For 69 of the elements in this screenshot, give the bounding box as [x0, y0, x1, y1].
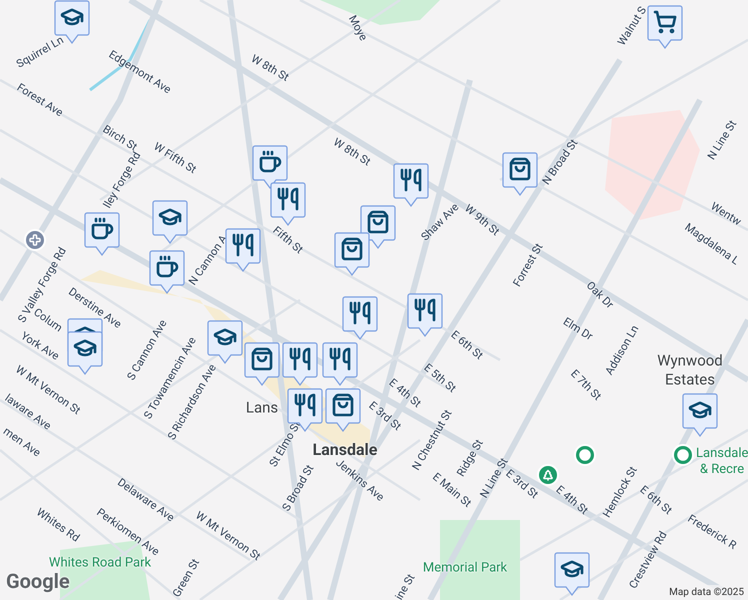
map-marker[interactable] — [647, 5, 683, 49]
map-marker[interactable] — [244, 342, 280, 386]
street-label: W 9th St — [462, 202, 502, 238]
shopping-bag-icon — [508, 157, 532, 181]
church-pin[interactable] — [24, 229, 46, 251]
street-label: E 6th St — [638, 484, 674, 516]
street-label: E 5th St — [422, 362, 458, 394]
map-marker[interactable] — [682, 393, 718, 437]
tree-icon — [542, 469, 554, 481]
place-pin[interactable] — [574, 444, 596, 466]
coffee-cup-icon — [258, 150, 282, 174]
park-pin[interactable] — [537, 464, 559, 486]
park-label: Lansdale & Recre — [696, 446, 748, 478]
map-marker[interactable] — [554, 552, 590, 596]
map-marker[interactable] — [84, 212, 120, 256]
map-marker[interactable] — [152, 200, 188, 244]
map-marker[interactable] — [270, 182, 306, 226]
map-marker[interactable] — [502, 152, 538, 196]
map-marker[interactable] — [252, 145, 288, 189]
street-label: W 8th St — [332, 136, 372, 168]
map-marker[interactable] — [325, 388, 361, 432]
street-label: E 3rd St — [504, 468, 540, 500]
map-marker[interactable] — [282, 342, 318, 386]
map-marker[interactable] — [360, 205, 396, 249]
map-marker[interactable] — [67, 331, 103, 375]
shopping-bag-icon — [331, 393, 355, 417]
place-label: Wynwood Estates — [656, 351, 724, 389]
shopping-cart-icon — [653, 10, 677, 34]
shopping-bag-icon — [340, 237, 364, 261]
map-marker[interactable] — [407, 293, 443, 337]
fork-knife-icon — [328, 347, 352, 371]
fork-knife-icon — [399, 168, 423, 192]
place-pin[interactable] — [672, 444, 694, 466]
map-marker[interactable] — [207, 320, 243, 364]
map-marker[interactable] — [342, 296, 378, 340]
street-label: W Fifth St — [152, 140, 198, 176]
map-marker[interactable] — [322, 342, 358, 386]
street-label: E 4th St — [554, 484, 590, 516]
street-label: Elm Dr — [561, 316, 595, 342]
street-label: W 8th St — [249, 52, 291, 84]
street-label: men Ave — [2, 425, 42, 459]
street-label: York Ave — [19, 330, 61, 362]
map-marker[interactable] — [149, 250, 185, 294]
park-label: Memorial Park — [422, 562, 508, 574]
coffee-cup-icon — [90, 217, 114, 241]
fork-knife-icon — [348, 301, 372, 325]
place-label: Lansdale — [312, 442, 378, 458]
map-marker[interactable] — [225, 228, 261, 272]
dot-icon — [579, 449, 591, 461]
street-label: ine St — [393, 572, 417, 600]
cross-icon — [29, 234, 41, 246]
street-label: E 6th St — [449, 328, 485, 362]
map-marker[interactable] — [393, 163, 429, 207]
map-logo: Google — [6, 568, 70, 595]
dot-icon — [677, 449, 689, 461]
coffee-cup-icon — [155, 255, 179, 279]
map-marker[interactable] — [287, 388, 323, 432]
fork-knife-icon — [276, 187, 300, 211]
park-label: Whites Road Park — [48, 556, 152, 570]
shopping-bag-icon — [366, 210, 390, 234]
street-label: E 7th St — [568, 368, 604, 402]
fork-knife-icon — [288, 347, 312, 371]
fork-knife-icon — [293, 393, 317, 417]
fork-knife-icon — [413, 298, 437, 322]
street-label: Oak Dr — [584, 280, 616, 310]
street-label: Moye — [346, 14, 370, 42]
shopping-bag-icon — [250, 347, 274, 371]
fork-knife-icon — [231, 233, 255, 257]
place-label: Lans — [246, 400, 278, 416]
